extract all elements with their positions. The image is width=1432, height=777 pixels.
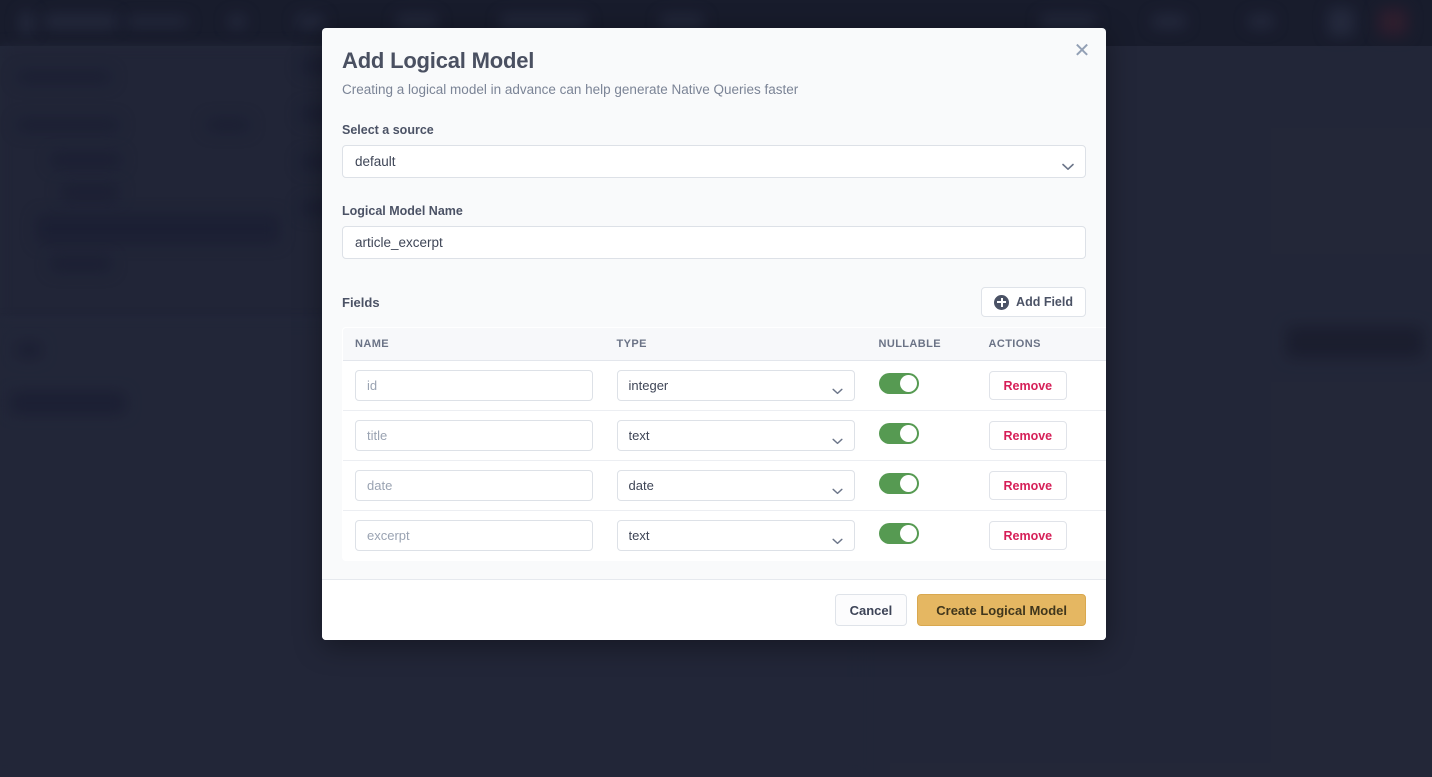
field-type-select[interactable]: integertextdatebooleannumeric bbox=[616, 420, 855, 451]
create-logical-model-button[interactable]: Create Logical Model bbox=[917, 594, 1086, 626]
field-type-select[interactable]: integertextdatebooleannumeric bbox=[616, 370, 855, 401]
model-name-input[interactable] bbox=[342, 226, 1086, 259]
fields-table-body: integertextdatebooleannumericRemoveinteg… bbox=[343, 360, 1107, 561]
cancel-button[interactable]: Cancel bbox=[834, 594, 908, 626]
field-actions-cell: Remove bbox=[977, 511, 1107, 561]
column-header-type: TYPE bbox=[604, 328, 867, 361]
nullable-toggle[interactable] bbox=[878, 472, 919, 494]
add-field-button-label: Add Field bbox=[1016, 295, 1073, 309]
fields-toolbar: Fields Add Field bbox=[342, 287, 1086, 317]
field-actions-cell: Remove bbox=[976, 410, 1106, 461]
nullable-toggle[interactable] bbox=[878, 422, 919, 444]
field-name-cell bbox=[343, 460, 605, 511]
dialog-title: Add Logical Model bbox=[342, 48, 535, 73]
add-logical-model-dialog: ✕ Add Logical Model Creating a logical m… bbox=[322, 28, 1106, 640]
table-row: integertextdatebooleannumeric Remove bbox=[343, 511, 1107, 561]
column-header-name: NAME bbox=[343, 328, 605, 361]
field-type-select-wrapper: integertextdatebooleannumeric bbox=[616, 420, 855, 451]
remove-field-button[interactable]: Remove bbox=[988, 471, 1068, 500]
field-name-input[interactable] bbox=[355, 370, 593, 401]
field-type-select-wrapper: integertextdatebooleannumeric bbox=[616, 520, 855, 551]
close-icon[interactable]: ✕ bbox=[1070, 38, 1094, 62]
field-type-cell: integertextdatebooleannumeric bbox=[604, 460, 867, 511]
table-row: integertextdatebooleannumeric Remove bbox=[343, 360, 1106, 411]
field-nullable-cell bbox=[866, 360, 977, 411]
remove-field-button[interactable]: Remove bbox=[988, 421, 1068, 450]
toggle-knob bbox=[899, 524, 917, 542]
source-select[interactable]: default bbox=[342, 145, 1086, 178]
field-name-input[interactable] bbox=[355, 470, 593, 501]
table-row: integertextdatebooleannumeric Remove bbox=[343, 410, 1106, 461]
field-type-select-wrapper: integertextdatebooleannumeric bbox=[616, 470, 855, 501]
column-header-nullable: NULLABLE bbox=[866, 328, 977, 361]
fields-table-head: NAME TYPE NULLABLE ACTIONS bbox=[343, 328, 1106, 361]
dialog-subtitle: Creating a logical model in advance can … bbox=[342, 82, 799, 97]
nullable-toggle[interactable] bbox=[878, 372, 919, 394]
field-actions-cell: Remove bbox=[976, 360, 1106, 411]
field-type-select[interactable]: integertextdatebooleannumeric bbox=[616, 470, 855, 501]
field-nullable-cell bbox=[866, 410, 977, 461]
toggle-knob bbox=[899, 424, 917, 442]
remove-field-button[interactable]: Remove bbox=[988, 521, 1068, 550]
field-type-cell: integertextdatebooleannumeric bbox=[605, 511, 867, 561]
add-field-button[interactable]: Add Field bbox=[981, 287, 1086, 317]
nullable-toggle[interactable] bbox=[878, 522, 919, 544]
plus-circle-icon bbox=[994, 294, 1010, 310]
field-type-select[interactable]: integertextdatebooleannumeric bbox=[616, 520, 855, 551]
field-type-cell: integertextdatebooleannumeric bbox=[604, 410, 867, 461]
field-nullable-cell bbox=[866, 460, 977, 511]
toggle-knob bbox=[899, 474, 917, 492]
column-header-actions: ACTIONS bbox=[976, 328, 1106, 361]
field-type-cell: integertextdatebooleannumeric bbox=[604, 360, 867, 411]
fields-table-header-row: NAME TYPE NULLABLE ACTIONS bbox=[343, 328, 1106, 361]
field-type-select-wrapper: integertextdatebooleannumeric bbox=[616, 370, 855, 401]
field-name-cell bbox=[343, 360, 605, 411]
field-name-cell bbox=[343, 511, 605, 561]
model-name-label: Logical Model Name bbox=[342, 204, 463, 218]
field-name-input[interactable] bbox=[355, 420, 593, 451]
dialog-footer: Cancel Create Logical Model bbox=[322, 579, 1106, 640]
field-name-input[interactable] bbox=[355, 520, 593, 551]
field-actions-cell: Remove bbox=[976, 460, 1106, 511]
source-label: Select a source bbox=[342, 123, 434, 137]
table-row: integertextdatebooleannumeric Remove bbox=[343, 460, 1106, 511]
remove-field-button[interactable]: Remove bbox=[988, 371, 1068, 400]
fields-table: NAME TYPE NULLABLE ACTIONS integertextda… bbox=[342, 327, 1106, 561]
dialog-body: ✕ Add Logical Model Creating a logical m… bbox=[322, 28, 1106, 561]
field-name-cell bbox=[343, 410, 605, 461]
toggle-knob bbox=[899, 374, 917, 392]
fields-label: Fields bbox=[342, 294, 380, 310]
field-nullable-cell bbox=[867, 511, 977, 561]
source-select-wrapper: default bbox=[342, 145, 1086, 178]
